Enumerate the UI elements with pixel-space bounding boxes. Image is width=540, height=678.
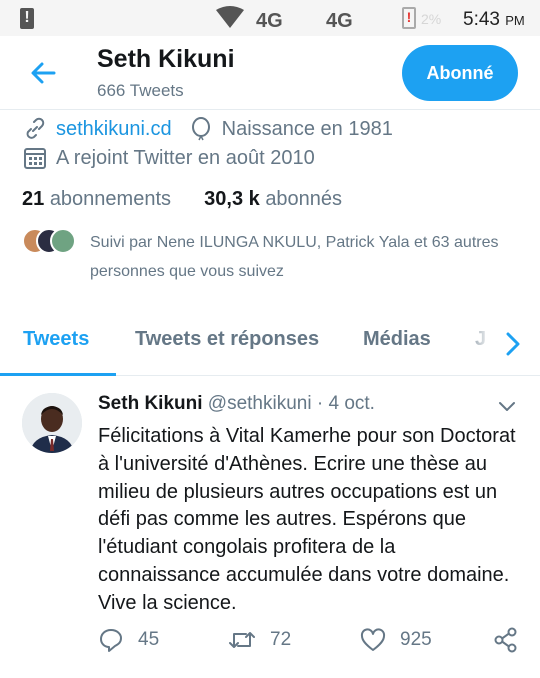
back-arrow-icon[interactable] <box>28 58 58 88</box>
battery-percent: 2% <box>421 11 442 27</box>
status-bar: 4G 4G 2% 5:43 PM <box>0 0 540 36</box>
link-icon <box>26 117 45 139</box>
tweet-separator: · <box>316 393 324 414</box>
avatar <box>50 228 76 254</box>
tweet[interactable]: Seth Kikuni @sethkikuni · 4 oct. Félicit… <box>0 377 540 678</box>
tweet-handle[interactable]: @sethkikuni <box>208 393 312 414</box>
followers-you-know-avatars <box>22 228 82 254</box>
like-count: 925 <box>400 629 432 650</box>
tab-media[interactable]: Médias <box>363 328 431 351</box>
followed-by-text: Suivi par Nene ILUNGA NKULU, Patrick Yal… <box>90 234 499 280</box>
profile-tabs: Tweets Tweets et réponses Médias J <box>0 316 540 376</box>
birth-date: Naissance en 1981 <box>221 117 393 140</box>
retweet-icon <box>229 632 255 648</box>
active-tab-indicator <box>0 373 116 376</box>
following-link[interactable]: 21 abonnements <box>22 188 171 210</box>
tab-tweets[interactable]: Tweets <box>23 328 89 351</box>
tweet-header: Seth Kikuni @sethkikuni · 4 oct. <box>98 393 375 415</box>
retweet-button[interactable]: 72 <box>228 627 291 653</box>
tweet-actions: 45 72 925 <box>98 627 528 657</box>
followers-link[interactable]: 30,3 k abonnés <box>204 188 342 210</box>
tweet-author[interactable]: Seth Kikuni <box>98 393 203 414</box>
tweet-date[interactable]: 4 oct. <box>328 393 374 414</box>
header-name: Seth Kikuni <box>97 45 235 73</box>
tweet-text: Félicitations à Vital Kamerhe pour son D… <box>98 425 516 614</box>
share-button[interactable] <box>494 627 532 653</box>
joined-row: A rejoint Twitter en août 2010 <box>22 145 315 171</box>
chevron-down-icon[interactable] <box>496 399 518 415</box>
website-link[interactable]: sethkikuni.cd <box>56 118 172 141</box>
calendar-icon <box>24 148 46 169</box>
follow-stats: 21 abonnements 30,3 k abonnés <box>22 188 342 211</box>
following-button[interactable]: Abonné <box>402 45 518 101</box>
tab-tweets-and-replies[interactable]: Tweets et réponses <box>135 328 319 351</box>
reply-button[interactable]: 45 <box>98 627 159 653</box>
share-icon <box>494 627 517 653</box>
joined-date: A rejoint Twitter en août 2010 <box>56 146 315 169</box>
clock: 5:43 PM <box>463 9 525 30</box>
reply-count: 45 <box>138 629 160 650</box>
network-type-2: 4G <box>326 10 353 32</box>
wifi-icon <box>216 6 244 28</box>
profile-header: Seth Kikuni 666 Tweets Abonné <box>0 36 540 110</box>
retweet-count: 72 <box>270 629 292 650</box>
reply-icon <box>100 629 122 652</box>
battery-icon <box>402 7 416 29</box>
balloon-icon <box>191 117 210 141</box>
alert-icon <box>20 8 34 29</box>
avatar[interactable] <box>22 393 82 453</box>
chevron-right-icon[interactable] <box>500 328 526 360</box>
network-type-1: 4G <box>256 10 283 32</box>
profile-meta-row: sethkikuni.cd Naissance en 1981 <box>22 116 393 142</box>
like-button[interactable]: 925 <box>360 627 432 653</box>
tweet-count: 666 Tweets <box>97 81 184 100</box>
heart-icon <box>360 628 386 651</box>
